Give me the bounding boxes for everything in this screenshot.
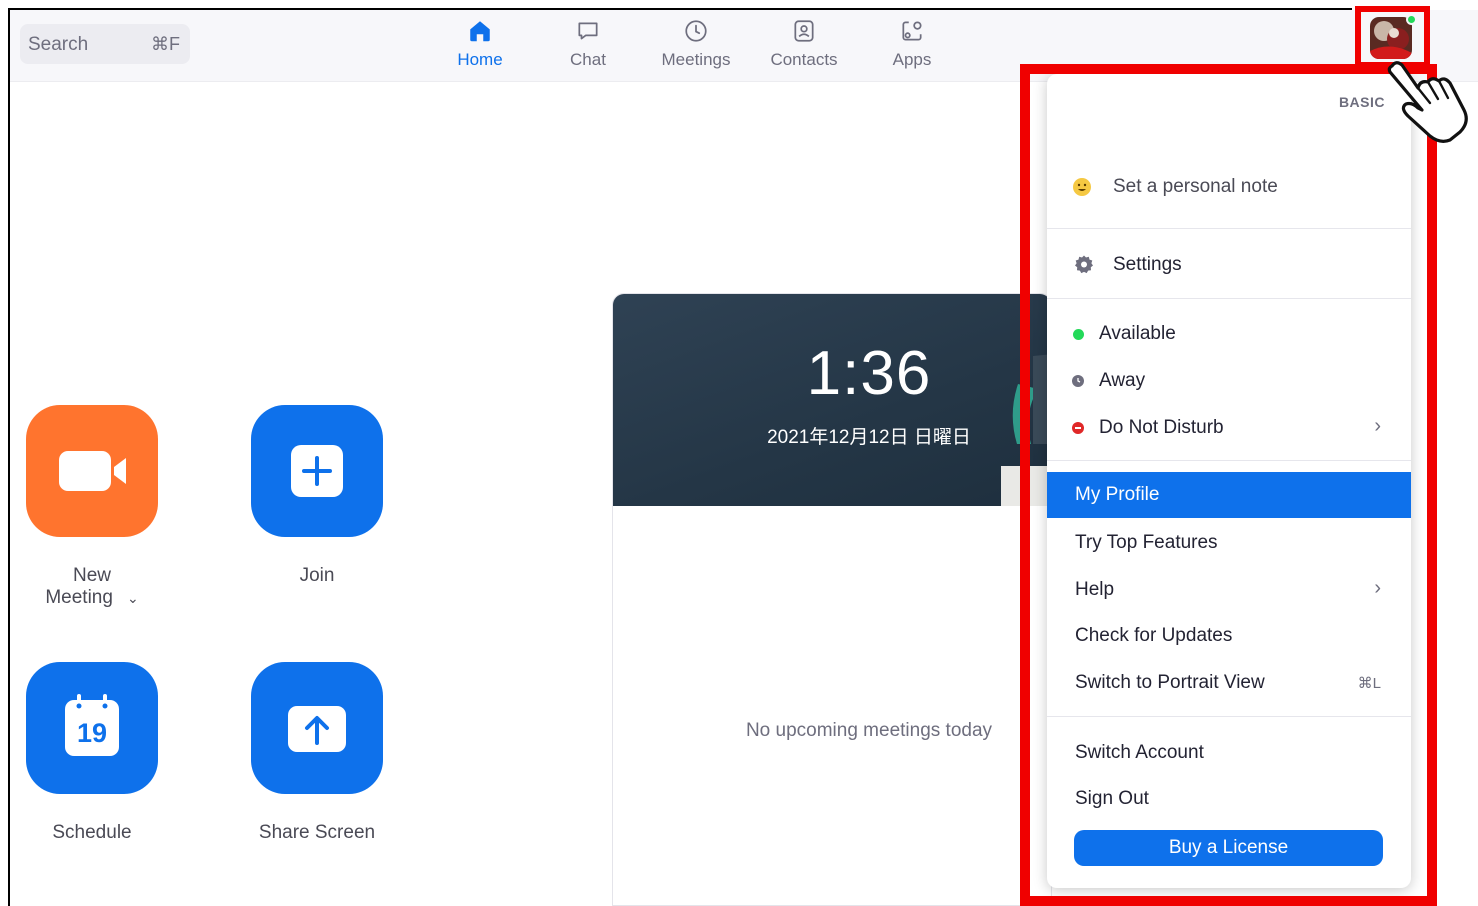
plus-icon [291,445,343,497]
new-meeting-button[interactable]: New Meeting ⌄ [25,405,159,609]
clock-date: 2021年12月12日 日曜日 [767,427,971,448]
home-icon [470,21,490,42]
tab-chat[interactable]: Chat [543,18,633,70]
tab-home[interactable]: Home [435,18,525,70]
clock-icon [685,20,707,42]
tab-chat-label: Chat [570,50,606,69]
chevron-down-icon[interactable]: ⌄ [127,590,139,606]
join-label: Join [299,565,335,586]
tab-meetings[interactable]: Meetings [651,18,741,70]
window-frame-left [8,8,10,906]
tab-contacts[interactable]: Contacts [759,18,849,70]
tab-home-label: Home [457,50,503,69]
share-screen-tile[interactable] [251,662,383,794]
upload-arrow-icon [288,706,346,752]
tab-contacts-label: Contacts [770,50,838,69]
calendar-day: 19 [76,718,108,748]
search-box[interactable]: Search ⌘F [20,24,190,64]
pointing-hand-icon [1387,61,1468,143]
avatar[interactable] [1370,17,1412,59]
clock-time: 1:36 [806,339,932,408]
menu-highlight-box [1020,64,1437,906]
new-meeting-tile[interactable] [26,405,158,537]
presence-dot [1406,14,1417,25]
tab-apps[interactable]: Apps [867,18,957,70]
schedule-label: Schedule [52,822,132,843]
tab-meetings-label: Meetings [661,50,731,69]
apps-icon [902,21,922,41]
video-camera-icon [59,451,126,491]
no-meetings-text: No upcoming meetings today [745,720,993,741]
join-tile[interactable] [251,405,383,537]
share-screen-button[interactable]: Share Screen [250,662,384,844]
search-shortcut: ⌘F [151,34,180,54]
schedule-button[interactable]: 19 Schedule [25,662,159,844]
join-button[interactable]: Join [250,405,384,587]
contacts-icon [794,20,814,42]
new-meeting-label: New Meeting [45,565,113,608]
tab-apps-label: Apps [892,50,932,69]
search-placeholder: Search [28,34,89,55]
share-screen-label: Share Screen [258,822,376,843]
chat-icon [578,22,598,40]
calendar-panel: 1:36 2021年12月12日 日曜日 No upcoming meeting… [612,293,1052,906]
schedule-tile[interactable]: 19 [26,662,158,794]
